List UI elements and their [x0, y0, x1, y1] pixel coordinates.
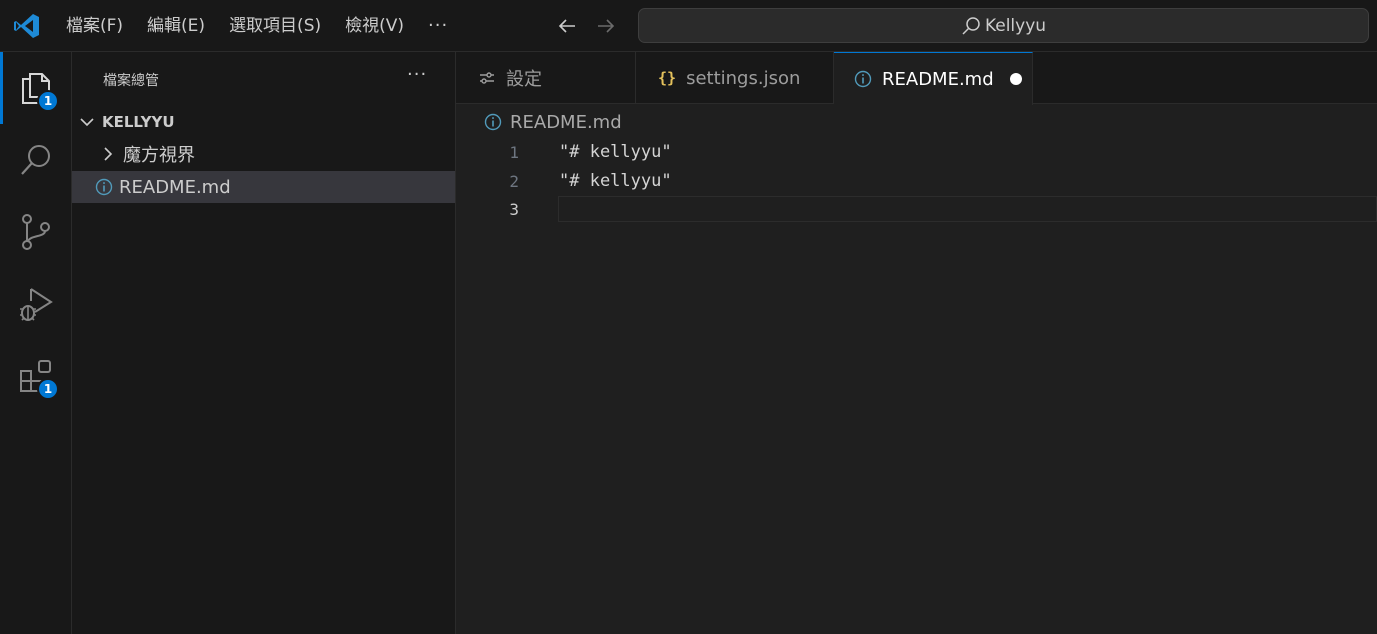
extensions-badge: 1 — [37, 378, 59, 400]
arrow-right-icon[interactable] — [594, 14, 618, 38]
code-text[interactable]: "# kellyyu" — [559, 171, 672, 191]
code-line[interactable]: 2 "# kellyyu" — [456, 167, 1377, 195]
tab-settings[interactable]: 設定 — [456, 52, 636, 104]
run-debug-button[interactable] — [0, 268, 72, 340]
breadcrumb: README.md — [484, 110, 622, 134]
workspace-root-label: KELLYYU — [102, 113, 175, 131]
search-icon — [21, 145, 50, 175]
json-icon: {} — [658, 69, 677, 87]
activity-bar: 1 1 — [0, 52, 72, 634]
code-text[interactable]: "# kellyyu" — [559, 142, 672, 162]
explorer-badge: 1 — [37, 90, 59, 112]
command-center-search[interactable]: Kellyyu — [638, 8, 1369, 43]
arrow-left-icon[interactable] — [555, 14, 579, 38]
editor-tabs: 設定 {} settings.json README.md — [456, 52, 1377, 105]
sidebar-more-button[interactable]: ··· — [407, 64, 427, 85]
tab-label: README.md — [882, 68, 994, 90]
menu-edit[interactable]: 編輯(E) — [135, 0, 217, 52]
settings-sliders-icon — [480, 72, 494, 84]
menu-view[interactable]: 檢視(V) — [333, 0, 416, 52]
menu-more-button[interactable]: ··· — [416, 0, 460, 52]
chevron-right-icon — [104, 147, 113, 161]
tab-settings-json[interactable]: {} settings.json — [636, 52, 834, 104]
menu-bar: 檔案(F) 編輯(E) 選取項目(S) 檢視(V) ··· — [54, 0, 460, 52]
title-bar: 檔案(F) 編輯(E) 選取項目(S) 檢視(V) ··· Kellyyu — [0, 0, 1377, 52]
tree-item-label: 魔方視界 — [123, 145, 195, 166]
run-debug-icon — [20, 288, 53, 321]
unsaved-dot-icon[interactable] — [1009, 73, 1022, 85]
search-icon — [962, 16, 980, 35]
source-control-icon — [22, 214, 50, 250]
menu-file[interactable]: 檔案(F) — [54, 0, 135, 52]
tree-item-folder[interactable]: 魔方視界 — [72, 138, 455, 170]
vscode-logo-icon[interactable] — [13, 12, 41, 40]
tree-item-readme[interactable]: README.md — [72, 171, 455, 203]
tab-label: 設定 — [506, 69, 542, 90]
code-line[interactable]: 3 — [456, 195, 1377, 223]
chevron-down-icon — [80, 118, 94, 127]
info-icon — [854, 70, 872, 88]
breadcrumb-file[interactable]: README.md — [510, 112, 622, 133]
tab-label: settings.json — [686, 67, 801, 89]
source-control-button[interactable] — [0, 196, 72, 268]
explorer-button[interactable]: 1 — [0, 52, 72, 124]
code-line[interactable]: 1 "# kellyyu" — [456, 138, 1377, 166]
info-icon — [95, 178, 113, 196]
info-icon — [484, 113, 502, 131]
line-number: 3 — [509, 199, 519, 219]
line-number: 2 — [509, 171, 519, 191]
line-number: 1 — [509, 142, 519, 162]
tab-readme[interactable]: README.md — [834, 52, 1033, 105]
tree-item-label: README.md — [119, 176, 231, 198]
menu-selection[interactable]: 選取項目(S) — [217, 0, 333, 52]
sidebar-title: 檔案總管 — [103, 73, 159, 89]
explorer-sidebar: 檔案總管 ··· KELLYYU 魔方視界 README.md — [72, 52, 456, 634]
search-view-button[interactable] — [0, 124, 72, 196]
extensions-button[interactable]: 1 — [0, 340, 72, 412]
code-editor[interactable]: 1 "# kellyyu" 2 "# kellyyu" 3 — [456, 138, 1377, 634]
search-text: Kellyyu — [984, 15, 1047, 36]
workspace-root[interactable]: KELLYYU — [72, 110, 455, 134]
